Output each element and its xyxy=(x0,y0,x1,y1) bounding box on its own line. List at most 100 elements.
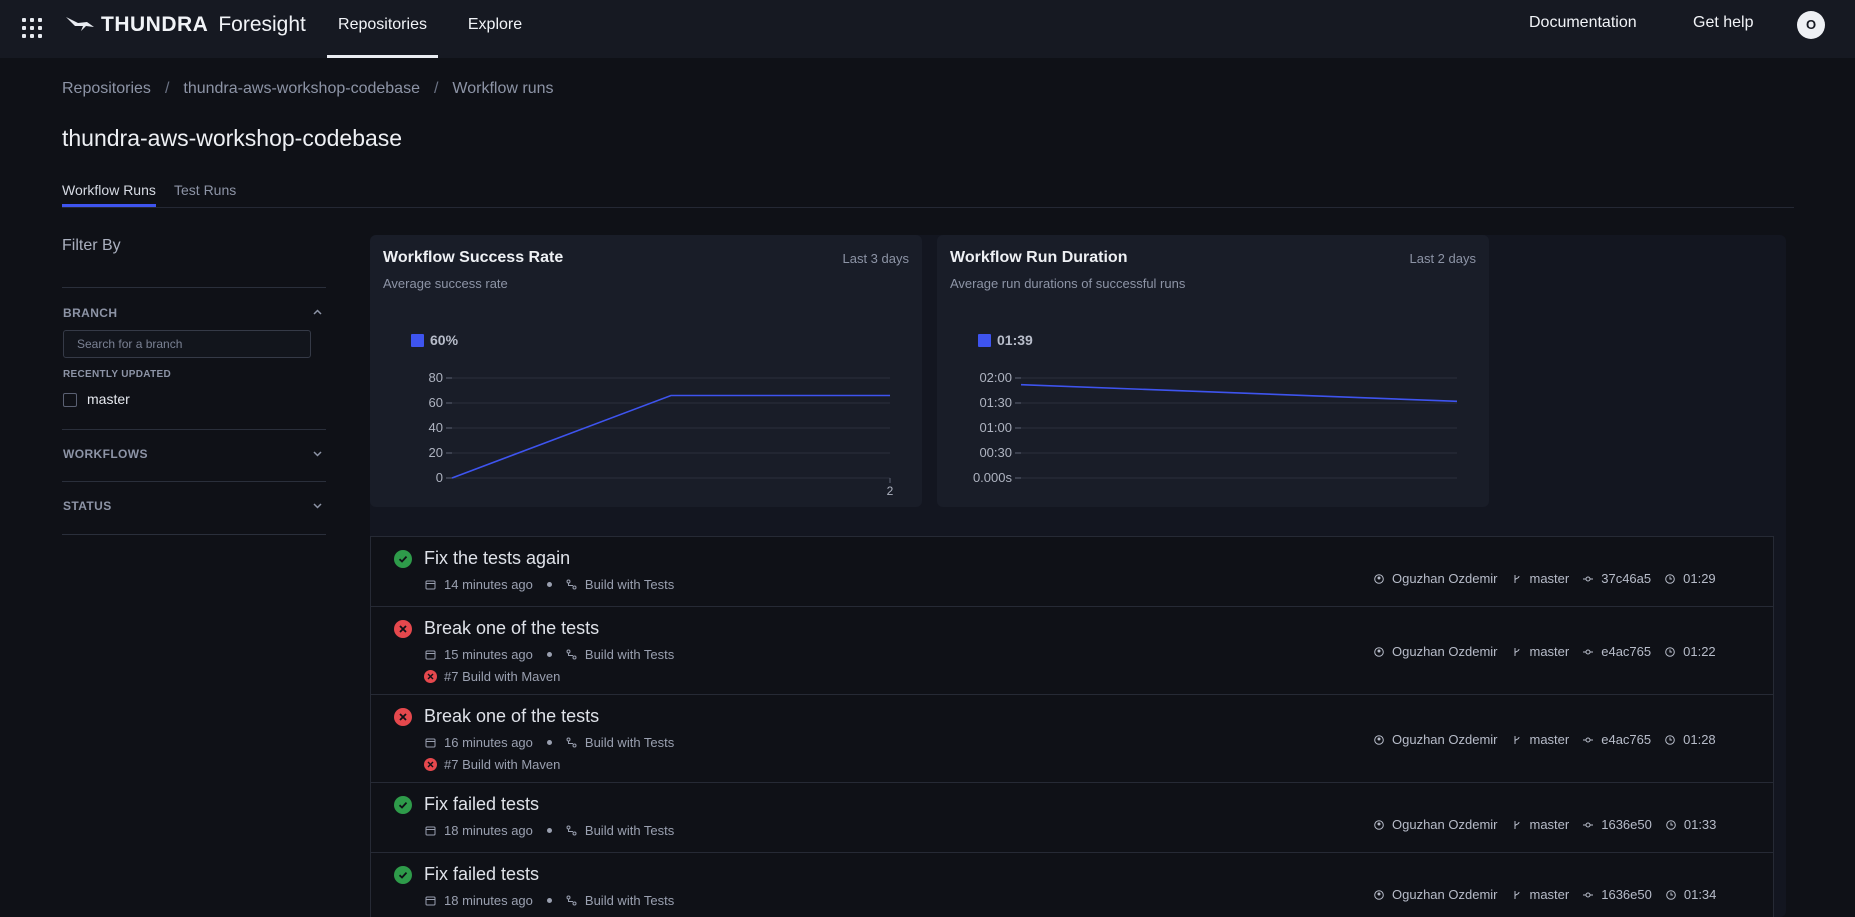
run-meta: 14 minutes ago Build with Tests xyxy=(425,577,674,592)
run-duration: 01:33 xyxy=(1683,817,1717,832)
calendar-icon xyxy=(425,738,436,748)
y-tick-label: 0 xyxy=(436,470,443,485)
run-branch: master xyxy=(1529,644,1570,659)
chevron-down-icon[interactable] xyxy=(313,449,322,458)
calendar-icon xyxy=(425,580,436,590)
run-time: 16 minutes ago xyxy=(444,735,533,750)
chevron-down-icon[interactable] xyxy=(313,501,322,510)
workflow-run-row[interactable]: Fix failed tests 18 minutes ago Build with… xyxy=(370,852,1774,917)
run-branch: master xyxy=(1529,887,1570,902)
run-commit[interactable]: e4ac765 xyxy=(1601,732,1651,747)
commit-icon xyxy=(1583,892,1594,897)
run-workflow[interactable]: Build with Tests xyxy=(585,893,674,908)
separator-dot xyxy=(546,740,552,745)
apps-grid-icon[interactable] xyxy=(22,18,42,38)
success-status-icon xyxy=(394,550,412,568)
y-tick-label: 0.000s xyxy=(973,470,1013,485)
run-duration-card: Workflow Run Duration Last 2 days Averag… xyxy=(937,235,1489,507)
run-author: Oguzhan Ozdemir xyxy=(1392,732,1498,747)
filter-title: Filter By xyxy=(62,237,121,254)
series-line[interactable] xyxy=(451,394,890,479)
chevron-up-icon[interactable] xyxy=(313,308,322,317)
avatar[interactable]: O xyxy=(1797,11,1825,39)
documentation-link[interactable]: Documentation xyxy=(1529,14,1637,32)
workflow-run-row[interactable]: Break one of the tests 16 minutes ago Buil… xyxy=(370,694,1774,783)
series-line[interactable] xyxy=(1020,383,1458,403)
nav-tab-repositories[interactable]: Repositories xyxy=(327,0,438,58)
run-details: Oguzhan Ozdemir master e4ac765 01:28 xyxy=(1374,732,1716,747)
success-status-icon xyxy=(394,796,412,814)
run-workflow[interactable]: Build with Tests xyxy=(585,735,674,750)
failure-icon xyxy=(424,670,437,683)
breadcrumb-separator: / xyxy=(433,80,439,97)
branch-master-checkbox[interactable] xyxy=(63,393,77,407)
clock-icon xyxy=(1666,889,1676,900)
check-icon xyxy=(398,871,408,879)
recently-updated-label: RECENTLY UPDATED xyxy=(63,369,171,380)
workflow-icon xyxy=(566,579,577,590)
brand-name: THUNDRA xyxy=(101,13,209,36)
get-help-link[interactable]: Get help xyxy=(1693,14,1753,32)
check-icon xyxy=(398,801,408,809)
logo[interactable]: THUNDRA Foresight xyxy=(65,13,306,37)
failed-job[interactable]: #7 Build with Maven xyxy=(424,757,560,772)
branch-icon xyxy=(1514,820,1519,829)
branch-search-input[interactable] xyxy=(63,330,311,358)
branch-section-label[interactable]: BRANCH xyxy=(63,306,117,320)
divider xyxy=(62,287,326,288)
run-duration: 01:28 xyxy=(1683,732,1716,747)
failed-job-name: #7 Build with Maven xyxy=(444,757,561,772)
tab-workflow-runs[interactable]: Workflow Runs xyxy=(62,182,156,207)
run-title[interactable]: Fix failed tests xyxy=(424,794,539,815)
run-commit[interactable]: 37c46a5 xyxy=(1601,571,1651,586)
run-title[interactable]: Fix failed tests xyxy=(424,864,539,885)
divider xyxy=(62,429,326,430)
nav-tab-explore[interactable]: Explore xyxy=(459,0,531,58)
separator-dot xyxy=(546,898,552,903)
x-icon xyxy=(399,625,407,633)
failed-job[interactable]: #7 Build with Maven xyxy=(424,669,560,684)
breadcrumb-workflow-runs[interactable]: Workflow runs xyxy=(452,80,553,98)
run-workflow[interactable]: Build with Tests xyxy=(585,647,674,662)
workflow-run-row[interactable]: Fix the tests again 14 minutes ago Build w… xyxy=(370,536,1774,607)
branch-icon xyxy=(1514,890,1519,899)
run-commit[interactable]: 1636e50 xyxy=(1601,887,1652,902)
workflow-run-row[interactable]: Fix failed tests 18 minutes ago Build with… xyxy=(370,782,1774,853)
run-author: Oguzhan Ozdemir xyxy=(1392,887,1498,902)
branch-icon xyxy=(1514,647,1519,656)
run-meta: 18 minutes ago Build with Tests xyxy=(425,893,674,908)
separator-dot xyxy=(546,652,552,657)
workflow-run-row[interactable]: Break one of the tests 15 minutes ago Buil… xyxy=(370,606,1774,695)
branch-master-label[interactable]: master xyxy=(87,391,130,407)
repo-tabs: Workflow Runs Test Runs xyxy=(62,182,1794,208)
commit-icon xyxy=(1583,737,1594,742)
workflow-icon xyxy=(566,825,577,836)
failure-status-icon xyxy=(394,620,412,638)
tab-test-runs[interactable]: Test Runs xyxy=(174,182,236,206)
run-commit[interactable]: e4ac765 xyxy=(1601,644,1651,659)
run-commit[interactable]: 1636e50 xyxy=(1601,817,1652,832)
workflow-icon xyxy=(566,649,577,660)
user-icon xyxy=(1374,889,1384,900)
run-details: Oguzhan Ozdemir master 1636e50 01:33 xyxy=(1374,817,1716,832)
user-icon xyxy=(1374,819,1384,830)
y-tick-label: 00:30 xyxy=(979,445,1012,460)
check-icon xyxy=(398,555,408,563)
run-title[interactable]: Fix the tests again xyxy=(424,548,570,569)
breadcrumb-repository[interactable]: thundra-aws-workshop-codebase xyxy=(183,80,420,98)
clock-icon xyxy=(1665,646,1675,657)
run-title[interactable]: Break one of the tests xyxy=(424,706,599,727)
run-workflow[interactable]: Build with Tests xyxy=(585,577,674,592)
run-duration: 01:29 xyxy=(1683,571,1716,586)
branch-icon xyxy=(1514,735,1519,744)
workflows-section-label[interactable]: WORKFLOWS xyxy=(63,447,148,461)
run-details: Oguzhan Ozdemir master 1636e50 01:34 xyxy=(1374,887,1716,902)
run-branch: master xyxy=(1529,817,1570,832)
status-section-label[interactable]: STATUS xyxy=(63,499,112,513)
run-workflow[interactable]: Build with Tests xyxy=(585,823,674,838)
breadcrumb: Repositories / thundra-aws-workshop-code… xyxy=(62,80,553,98)
calendar-icon xyxy=(425,896,436,906)
run-title[interactable]: Break one of the tests xyxy=(424,618,599,639)
breadcrumb-repositories[interactable]: Repositories xyxy=(62,80,151,98)
run-duration-chart: 0.000s 00:30 01:00 01:30 02:00 xyxy=(973,370,1458,485)
